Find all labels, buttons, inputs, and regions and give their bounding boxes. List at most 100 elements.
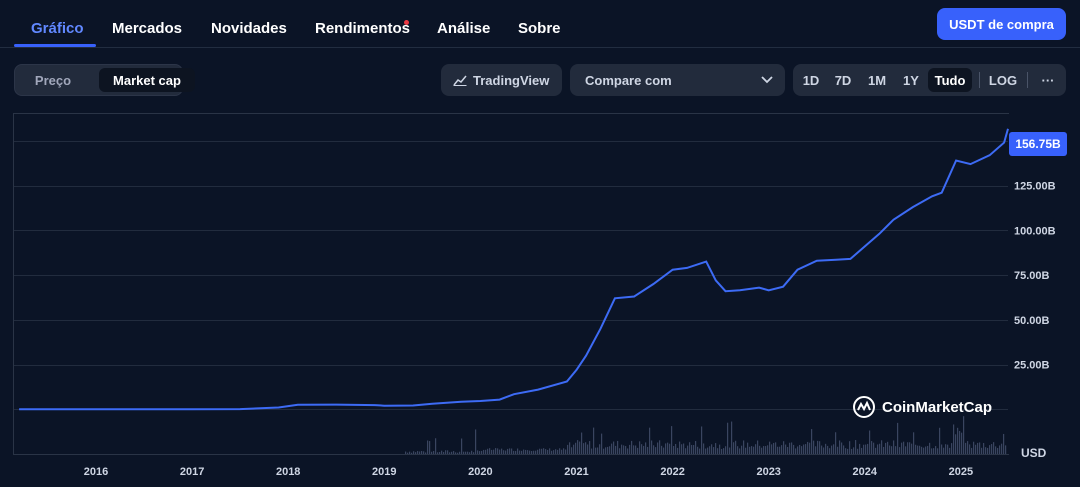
volume-bar xyxy=(411,452,413,454)
volume-bar xyxy=(893,440,895,454)
volume-bar xyxy=(543,448,545,454)
volume-bar xyxy=(867,443,869,454)
volume-bar xyxy=(947,444,949,454)
volume-bar xyxy=(417,451,419,454)
volume-bar xyxy=(711,444,713,454)
volume-bar xyxy=(631,440,633,454)
volume-bar xyxy=(617,440,619,454)
volume-bar xyxy=(531,450,533,454)
volume-bar xyxy=(607,446,609,454)
volume-bar xyxy=(435,438,437,454)
volume-bar xyxy=(999,445,1001,454)
volume-bar xyxy=(765,446,767,454)
volume-bar xyxy=(517,448,519,454)
volume-bar xyxy=(923,447,925,454)
volume-bar xyxy=(581,432,583,454)
volume-bar xyxy=(957,427,959,454)
volume-bar xyxy=(605,447,607,454)
volume-bar xyxy=(657,442,659,454)
volume-bar xyxy=(953,424,955,454)
volume-bar xyxy=(697,446,699,454)
volume-bar xyxy=(449,452,451,454)
volume-bar xyxy=(731,421,733,454)
volume-bar xyxy=(1001,443,1003,454)
volume-bar xyxy=(733,442,735,454)
volume-bar xyxy=(843,445,845,454)
volume-bar xyxy=(623,445,625,454)
volume-bar xyxy=(987,447,989,454)
volume-bar xyxy=(943,447,945,454)
volume-bar xyxy=(695,441,697,454)
volume-bar xyxy=(515,450,517,454)
volume-bar xyxy=(653,445,655,454)
volume-bar xyxy=(625,446,627,454)
volume-bar xyxy=(869,430,871,454)
volume-bar xyxy=(563,448,565,454)
volume-bar xyxy=(981,447,983,454)
volume-bar xyxy=(737,446,739,454)
x-tick-label: 2020 xyxy=(468,466,492,478)
volume-bar xyxy=(535,450,537,454)
volume-bar xyxy=(889,445,891,454)
volume-bar xyxy=(597,447,599,454)
volume-bar xyxy=(921,446,923,454)
volume-bar xyxy=(761,447,763,454)
volume-bar xyxy=(509,448,511,454)
volume-bar xyxy=(609,446,611,454)
volume-bar xyxy=(969,444,971,454)
volume-bar xyxy=(897,422,899,454)
volume-bar xyxy=(527,450,529,454)
volume-bar xyxy=(931,448,933,454)
volume-bar xyxy=(929,442,931,454)
volume-bar xyxy=(927,445,929,454)
volume-bar xyxy=(941,444,943,454)
volume-bar xyxy=(595,447,597,454)
volume-bar xyxy=(699,448,701,454)
volume-bar xyxy=(785,444,787,454)
volume-bar xyxy=(725,446,727,454)
volume-bar xyxy=(655,447,657,454)
y-tick-label: 25.00B xyxy=(1014,360,1050,372)
volume-bar xyxy=(451,451,453,454)
volume-bar xyxy=(805,444,807,454)
volume-bar xyxy=(621,444,623,454)
volume-bar xyxy=(659,440,661,454)
volume-bar xyxy=(813,440,815,454)
volume-bar xyxy=(419,451,421,454)
volume-bar xyxy=(909,442,911,454)
volume-bar xyxy=(637,447,639,454)
volume-bar xyxy=(891,446,893,454)
volume-bar xyxy=(1005,445,1007,454)
volume-bar xyxy=(553,450,555,454)
volume-bar xyxy=(545,449,547,454)
volume-bar xyxy=(851,448,853,454)
volume-bar xyxy=(713,447,715,454)
watermark-text: CoinMarketCap xyxy=(882,398,993,416)
volume-bar xyxy=(751,446,753,454)
volume-bar xyxy=(683,443,685,454)
volume-bar xyxy=(985,447,987,454)
volume-bar xyxy=(475,429,477,454)
volume-bar xyxy=(415,452,417,454)
volume-bar xyxy=(569,442,571,454)
volume-bar xyxy=(745,447,747,454)
volume-bar xyxy=(837,446,839,454)
volume-bar xyxy=(575,442,577,454)
volume-bar xyxy=(833,444,835,454)
x-tick-label: 2025 xyxy=(949,466,973,478)
volume-bar xyxy=(779,446,781,454)
volume-bar xyxy=(979,442,981,454)
volume-bar xyxy=(703,443,705,454)
volume-bar xyxy=(963,416,965,454)
volume-bar xyxy=(519,450,521,454)
volume-bar xyxy=(455,452,457,454)
volume-bar xyxy=(739,448,741,454)
volume-bar xyxy=(991,444,993,454)
y-tick-label: 75.00B xyxy=(1014,270,1050,282)
volume-bar xyxy=(461,438,463,454)
volume-bar xyxy=(913,432,915,454)
x-tick-label: 2019 xyxy=(372,466,396,478)
volume-bar xyxy=(861,447,863,454)
volume-bar xyxy=(589,441,591,454)
volume-bar xyxy=(551,450,553,454)
